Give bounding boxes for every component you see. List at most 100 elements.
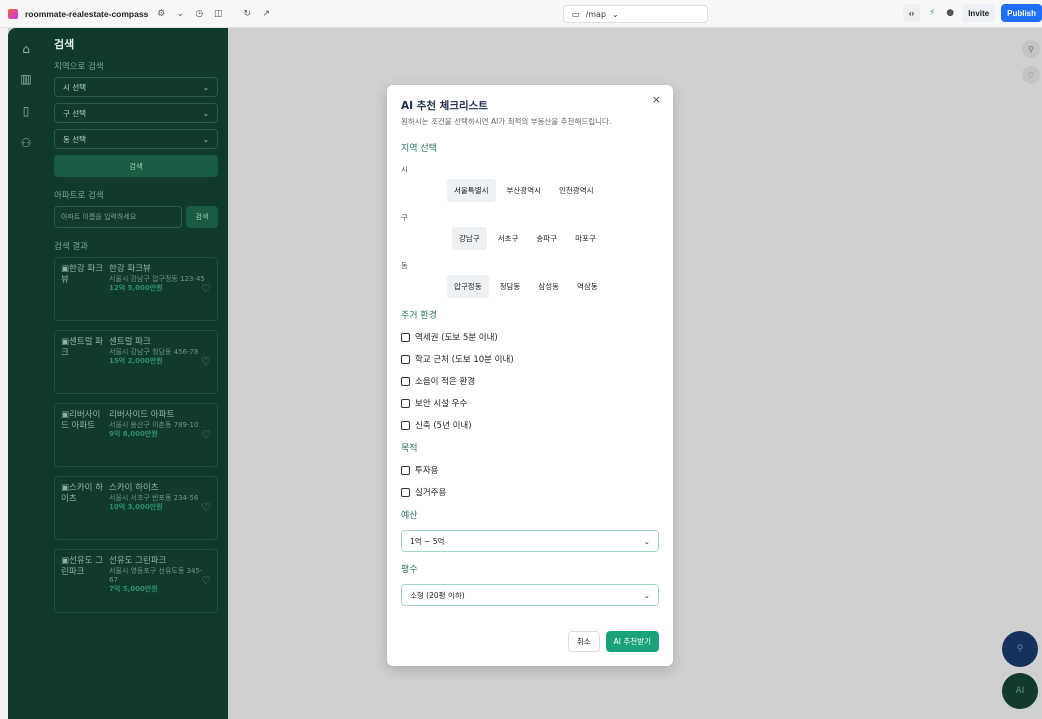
dong-option[interactable]: 청담동 bbox=[493, 275, 528, 298]
document-icon[interactable]: ▯ bbox=[18, 104, 34, 120]
result-card[interactable]: ▣센트럴 파크 센트럴 파크 서울시 강남구 청담동 456-78 15억 2,… bbox=[54, 330, 218, 394]
result-name: 선유도 그린파크 bbox=[109, 556, 167, 566]
browser-toolbar: roommate-realestate-compass ⚙ ⌄ ◷ ◫ ↻ ↗ … bbox=[0, 0, 1042, 28]
chevron-down-icon: ⌄ bbox=[643, 590, 650, 600]
gu-option[interactable]: 송파구 bbox=[529, 227, 564, 250]
ai-checklist-modal: × AI 추천 체크리스트 원하시는 조건을 선택하시면 AI가 최적의 부동산… bbox=[387, 85, 673, 666]
ai-fab[interactable]: AI bbox=[1002, 673, 1038, 709]
ai-recommend-button[interactable]: AI 추천받기 bbox=[605, 631, 659, 652]
history-icon[interactable]: ◷ bbox=[193, 8, 205, 20]
settings-icon[interactable]: ⚙ bbox=[155, 8, 167, 20]
checkbox-icon[interactable] bbox=[401, 487, 410, 497]
checkbox-icon[interactable] bbox=[401, 465, 410, 475]
publish-button[interactable]: Publish bbox=[1001, 4, 1042, 22]
si-option[interactable]: 부산광역시 bbox=[500, 179, 549, 202]
si-select[interactable]: 시 선택 ⌄ bbox=[54, 77, 218, 97]
purpose-section-title: 목적 bbox=[401, 444, 418, 454]
result-price: 10억 3,000만원 bbox=[109, 503, 163, 512]
home-icon[interactable]: ⌂ bbox=[18, 42, 34, 58]
heart-icon[interactable]: ♡ bbox=[201, 282, 211, 295]
result-price: 12억 5,000만원 bbox=[109, 284, 163, 293]
env-checkbox[interactable]: 보안 시설 우수 bbox=[401, 397, 659, 409]
si-option[interactable]: 인천광역시 bbox=[552, 179, 601, 202]
gu-option[interactable]: 강남구 bbox=[452, 227, 487, 250]
budget-section-title: 예산 bbox=[401, 511, 418, 521]
map-icon[interactable]: ▥ bbox=[18, 72, 34, 88]
apt-search-button[interactable]: 검색 bbox=[186, 206, 218, 228]
result-card[interactable]: ▣선유도 그린파크 선유도 그린파크 서울시 영등포구 선유도동 345-67 … bbox=[54, 549, 218, 613]
code-icon[interactable]: ‹› bbox=[902, 4, 921, 22]
checkbox-icon[interactable] bbox=[401, 376, 410, 386]
result-name: 스카이 하이츠 bbox=[109, 483, 159, 493]
region-search-label: 지역으로 검색 bbox=[54, 62, 104, 72]
sidebar-title: 검색 bbox=[54, 38, 75, 51]
heart-icon[interactable]: ♡ bbox=[201, 574, 211, 587]
url-text: /map bbox=[585, 9, 607, 19]
checkbox-icon[interactable] bbox=[401, 420, 410, 430]
icon-rail: ⌂ ▥ ▯ ⚇ bbox=[8, 28, 44, 719]
si-option[interactable]: 서울특별시 bbox=[447, 179, 496, 202]
modal-subtitle: 원하시는 조건을 선택하시면 AI가 최적의 부동산을 추천해드립니다. bbox=[401, 117, 612, 126]
heart-icon[interactable]: ♡ bbox=[1022, 66, 1040, 84]
apt-search-input[interactable]: 아파트 이름을 입력하세요 bbox=[54, 206, 182, 228]
result-thumbnail: ▣센트럴 파크 bbox=[61, 337, 104, 359]
chevron-down-icon: ⌄ bbox=[202, 134, 209, 144]
sidebar-toggle-icon[interactable]: ◫ bbox=[212, 8, 224, 20]
result-address: 서울시 강남구 압구정동 123-45 bbox=[109, 275, 205, 284]
open-external-icon[interactable]: ↗ bbox=[260, 8, 272, 20]
apt-search-label: 아파트로 검색 bbox=[54, 191, 104, 201]
result-name: 센트럴 파크 bbox=[109, 337, 151, 347]
result-name: 한강 파크뷰 bbox=[109, 264, 151, 274]
result-card[interactable]: ▣한강 파크뷰 한강 파크뷰 서울시 강남구 압구정동 123-45 12억 5… bbox=[54, 257, 218, 321]
checkbox-icon[interactable] bbox=[401, 354, 410, 364]
env-checkbox[interactable]: 신축 (5년 이내) bbox=[401, 419, 659, 431]
results-label: 검색 결과 bbox=[54, 242, 88, 252]
gu-option[interactable]: 서초구 bbox=[491, 227, 526, 250]
purpose-checkbox[interactable]: 실거주용 bbox=[401, 486, 659, 498]
close-icon[interactable]: × bbox=[652, 93, 661, 106]
url-bar[interactable]: ▭ /map ⌄ bbox=[563, 5, 708, 23]
heart-icon[interactable]: ♡ bbox=[201, 501, 211, 514]
heart-icon[interactable]: ♡ bbox=[201, 428, 211, 441]
users-icon[interactable]: ⚇ bbox=[18, 136, 34, 152]
region-section-title: 지역 선택 bbox=[401, 144, 437, 154]
profile-icon[interactable]: ⚲ bbox=[1022, 40, 1040, 58]
chevron-down-icon[interactable]: ⌄ bbox=[174, 8, 186, 20]
size-select[interactable]: 소형 (20평 이하) ⌄ bbox=[401, 584, 659, 606]
region-search-button[interactable]: 검색 bbox=[54, 155, 218, 177]
result-address: 서울시 강남구 청담동 456-78 bbox=[109, 348, 199, 357]
result-address: 서울시 영등포구 선유도동 345-67 bbox=[109, 567, 203, 585]
github-icon[interactable]: ● bbox=[944, 7, 956, 19]
si-label: 시 bbox=[401, 165, 408, 174]
monitor-icon: ▭ bbox=[572, 9, 580, 19]
result-thumbnail: ▣한강 파크뷰 bbox=[61, 264, 104, 286]
budget-select[interactable]: 1억 ~ 5억 ⌄ bbox=[401, 530, 659, 552]
refresh-icon[interactable]: ↻ bbox=[241, 8, 253, 20]
result-card[interactable]: ▣스카이 하이츠 스카이 하이츠 서울시 서초구 반포동 234-56 10억 … bbox=[54, 476, 218, 540]
project-name[interactable]: roommate-realestate-compass bbox=[25, 9, 148, 19]
chevron-down-icon: ⌄ bbox=[202, 82, 209, 92]
dong-option[interactable]: 역삼동 bbox=[570, 275, 605, 298]
gu-select[interactable]: 구 선택 ⌄ bbox=[54, 103, 218, 123]
dong-select[interactable]: 동 선택 ⌄ bbox=[54, 129, 218, 149]
heart-icon[interactable]: ♡ bbox=[201, 355, 211, 368]
result-address: 서울시 서초구 반포동 234-56 bbox=[109, 494, 199, 503]
purpose-checkbox[interactable]: 투자용 bbox=[401, 464, 659, 476]
search-fab[interactable]: ⚲ bbox=[1002, 631, 1038, 667]
env-checkbox[interactable]: 역세권 (도보 5분 이내) bbox=[401, 331, 659, 343]
invite-button[interactable]: Invite bbox=[962, 4, 996, 22]
dong-option[interactable]: 압구정동 bbox=[447, 275, 489, 298]
bolt-icon[interactable]: ⚡ bbox=[926, 7, 938, 19]
dong-option[interactable]: 삼성동 bbox=[531, 275, 566, 298]
size-section-title: 평수 bbox=[401, 565, 418, 575]
cancel-button[interactable]: 취소 bbox=[567, 631, 600, 652]
env-checkbox[interactable]: 학교 근처 (도보 10분 이내) bbox=[401, 353, 659, 365]
gu-label: 구 bbox=[401, 213, 408, 222]
checkbox-icon[interactable] bbox=[401, 332, 410, 342]
env-checkbox[interactable]: 소음이 적은 환경 bbox=[401, 375, 659, 387]
gu-option[interactable]: 마포구 bbox=[568, 227, 603, 250]
result-thumbnail: ▣선유도 그린파크 bbox=[61, 556, 104, 578]
result-price: 9억 8,000만원 bbox=[109, 430, 158, 439]
result-card[interactable]: ▣리버사이드 아파트 리버사이드 아파트 서울시 용산구 이촌동 789-10 … bbox=[54, 403, 218, 467]
checkbox-icon[interactable] bbox=[401, 398, 410, 408]
